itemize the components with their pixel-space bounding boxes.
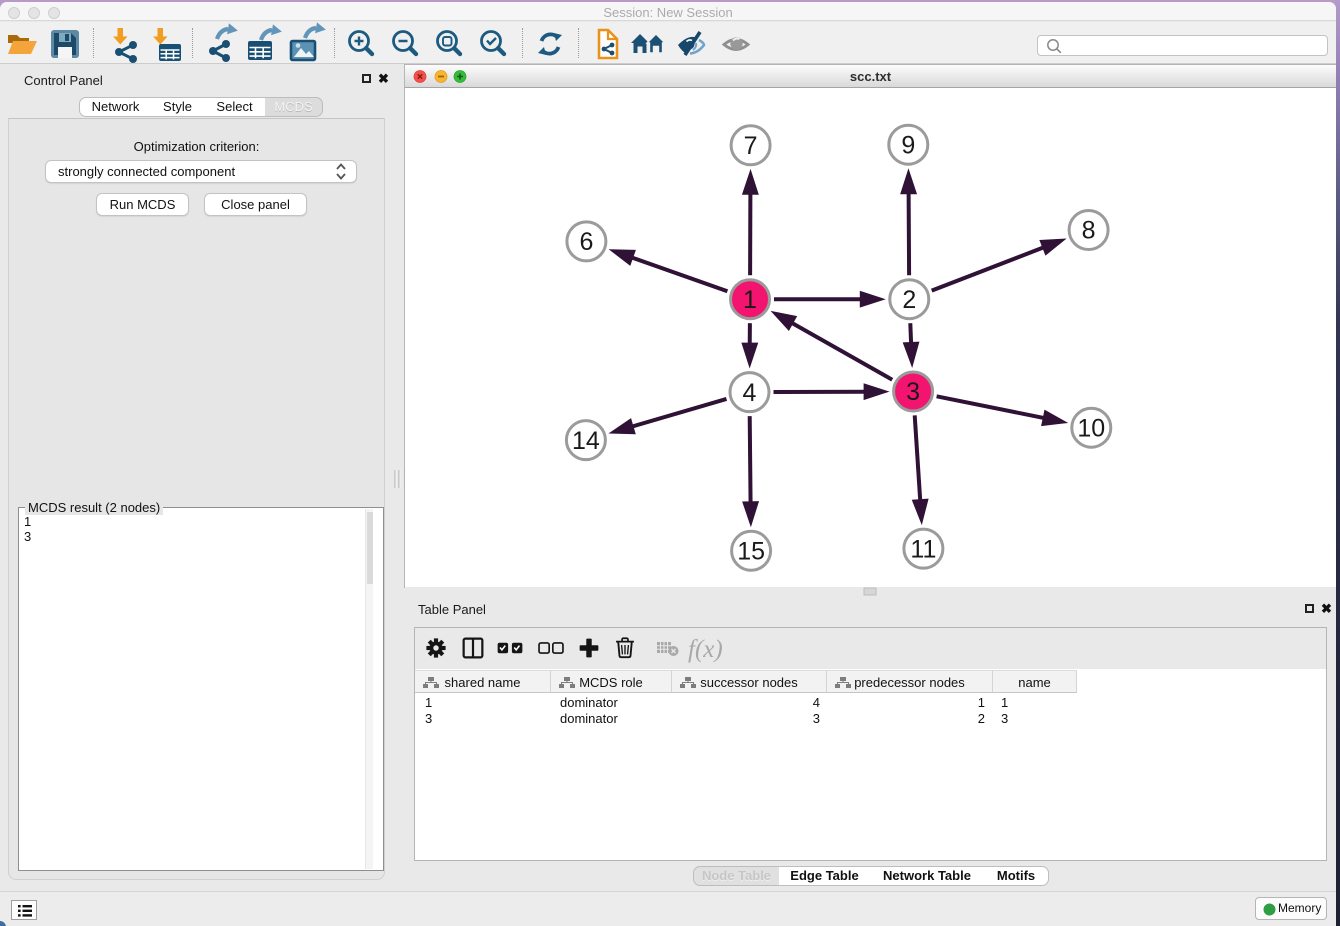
svg-text:7: 7: [744, 132, 758, 160]
svg-text:9: 9: [901, 131, 915, 159]
svg-text:1: 1: [743, 286, 757, 314]
svg-text:6: 6: [579, 228, 593, 256]
svg-text:8: 8: [1082, 217, 1096, 245]
svg-text:4: 4: [743, 379, 757, 407]
svg-text:11: 11: [910, 535, 936, 563]
svg-text:f(x): f(x): [688, 636, 723, 663]
svg-text:10: 10: [1077, 414, 1105, 442]
svg-text:15: 15: [737, 538, 765, 566]
svg-text:3: 3: [906, 378, 920, 406]
svg-text:2: 2: [902, 286, 916, 314]
svg-text:14: 14: [572, 427, 600, 455]
